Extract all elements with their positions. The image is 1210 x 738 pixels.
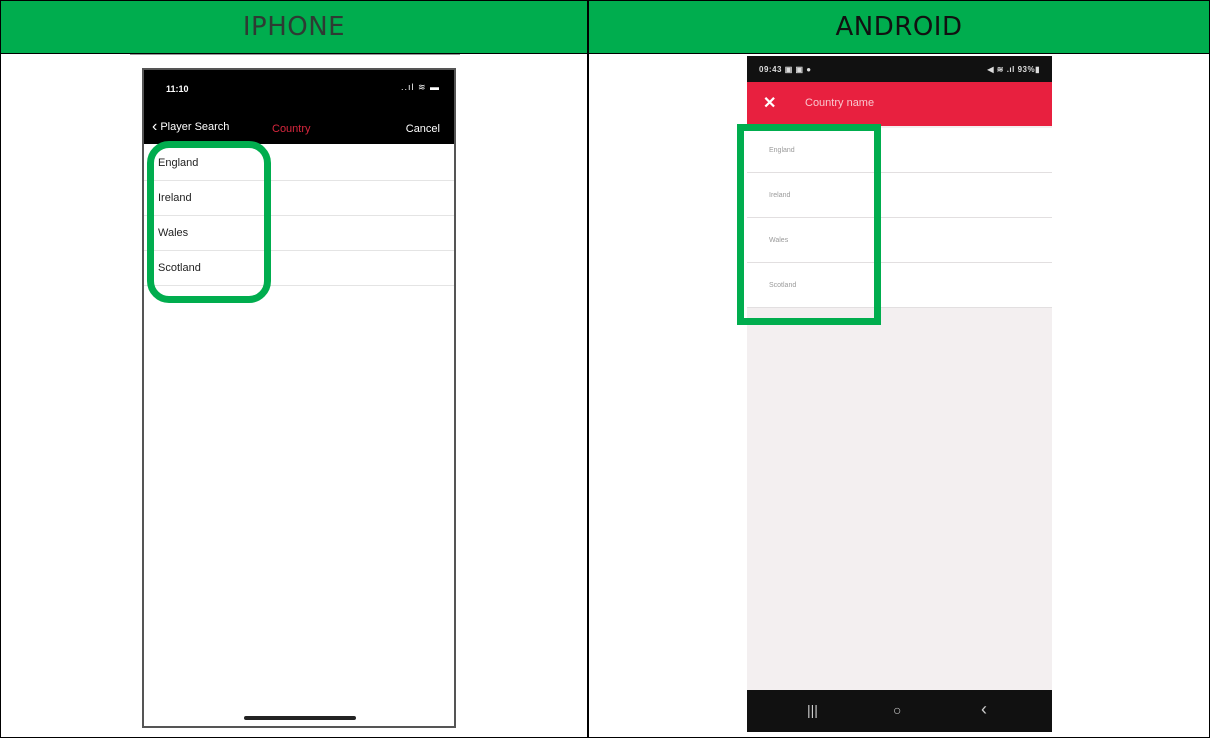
close-icon[interactable]: ✕ bbox=[763, 93, 776, 113]
iphone-nav-title: Country bbox=[272, 123, 311, 135]
back-button[interactable]: ‹ Player Search bbox=[152, 119, 229, 135]
column-divider bbox=[587, 1, 589, 737]
highlight-box bbox=[147, 141, 271, 303]
home-indicator[interactable] bbox=[244, 716, 356, 720]
android-column-header: ANDROID bbox=[589, 1, 1209, 53]
home-button[interactable]: ○ bbox=[893, 702, 901, 718]
country-search-input[interactable] bbox=[805, 97, 1025, 109]
signal-battery-icon: ◀ ≋ .ıl 93%▮ bbox=[987, 65, 1040, 74]
back-button-label: Player Search bbox=[160, 121, 230, 133]
chevron-left-icon: ‹ bbox=[152, 118, 158, 135]
android-search-toolbar: ✕ bbox=[747, 82, 1052, 126]
iphone-image-edge bbox=[130, 54, 460, 55]
iphone-nav-bar: ‹ Player Search Country Cancel bbox=[144, 114, 454, 144]
notification-icons: ▣ ▣ ● bbox=[784, 65, 812, 74]
highlight-box bbox=[737, 124, 881, 325]
recents-button[interactable]: ||| bbox=[807, 702, 818, 718]
iphone-status-time: 11:10 bbox=[166, 84, 189, 94]
iphone-status-bar: 11:10 ..ıl ≋ ▬ bbox=[144, 70, 454, 114]
signal-wifi-battery-icon: ..ıl ≋ ▬ bbox=[400, 82, 440, 92]
iphone-column-header: IPHONE bbox=[1, 1, 587, 53]
android-status-bar: 09:43 ▣ ▣ ● ◀ ≋ .ıl 93%▮ bbox=[747, 56, 1052, 82]
android-nav-bar: ||| ○ ‹ bbox=[747, 690, 1052, 732]
back-nav-button[interactable]: ‹ bbox=[981, 699, 987, 720]
android-status-time: 09:43 ▣ ▣ ● bbox=[759, 65, 812, 74]
cancel-button[interactable]: Cancel bbox=[406, 123, 440, 135]
